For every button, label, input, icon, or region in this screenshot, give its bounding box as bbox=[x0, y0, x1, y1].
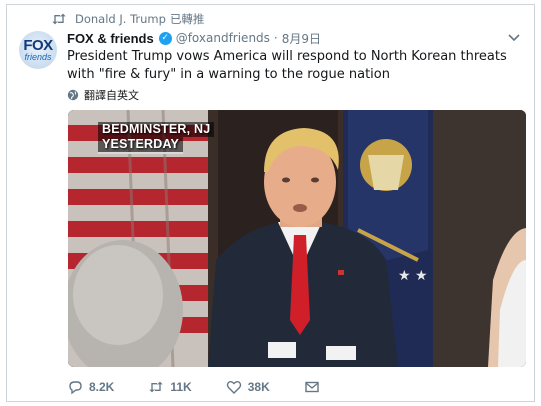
retweeter-name[interactable]: Donald J. Trump bbox=[75, 12, 166, 26]
timestamp[interactable]: 8月9日 bbox=[282, 30, 321, 47]
tweet-actions: 8.2K 11K 38K bbox=[67, 378, 360, 396]
chyron-location: BEDMINSTER, NJ bbox=[98, 122, 215, 137]
tweet-text: President Trump vows America will respon… bbox=[67, 49, 507, 82]
direct-message-button[interactable] bbox=[304, 379, 326, 395]
reply-icon bbox=[69, 381, 82, 395]
display-name[interactable]: FOX & friends bbox=[67, 31, 154, 46]
like-count: 38K bbox=[247, 380, 270, 394]
tweet-header: FOX & friends ✓ @foxandfriends · 8月9日 bbox=[67, 29, 527, 47]
svg-text:★ ★: ★ ★ bbox=[398, 268, 428, 284]
avatar[interactable]: FOX friends bbox=[19, 31, 57, 69]
chevron-down-icon[interactable] bbox=[507, 30, 521, 44]
tweet-card[interactable]: Donald J. Trump 已轉推 FOX friends FOX & fr… bbox=[6, 4, 535, 402]
avatar-logo-text: FOX bbox=[23, 36, 53, 54]
retweet-icon bbox=[149, 381, 164, 393]
translate-link[interactable]: 翻譯自英文 bbox=[67, 87, 139, 103]
handle[interactable]: @foxandfriends bbox=[176, 31, 270, 45]
reply-count: 8.2K bbox=[89, 380, 115, 394]
reply-button[interactable]: 8.2K bbox=[67, 379, 114, 395]
envelope-icon bbox=[305, 381, 319, 393]
retweet-count: 11K bbox=[170, 380, 192, 394]
tweet-media-image[interactable]: ★ ★ BEDMINSTER, NJ YESTERDAY bbox=[68, 110, 526, 367]
video-chyron: BEDMINSTER, NJ YESTERDAY bbox=[98, 122, 215, 154]
verified-badge-icon: ✓ bbox=[158, 31, 172, 45]
heart-icon bbox=[226, 381, 241, 394]
retweet-context: Donald J. Trump 已轉推 bbox=[51, 11, 204, 27]
retweet-button[interactable]: 11K bbox=[148, 379, 192, 395]
globe-icon bbox=[67, 89, 79, 101]
like-button[interactable]: 38K bbox=[226, 379, 270, 395]
separator-dot: · bbox=[273, 31, 278, 45]
retweet-icon bbox=[52, 13, 66, 25]
translate-label[interactable]: 翻譯自英文 bbox=[84, 87, 139, 103]
chyron-time: YESTERDAY bbox=[98, 137, 184, 154]
avatar-logo-subtext: friends bbox=[24, 51, 52, 62]
retweet-action-label: 已轉推 bbox=[169, 12, 205, 26]
